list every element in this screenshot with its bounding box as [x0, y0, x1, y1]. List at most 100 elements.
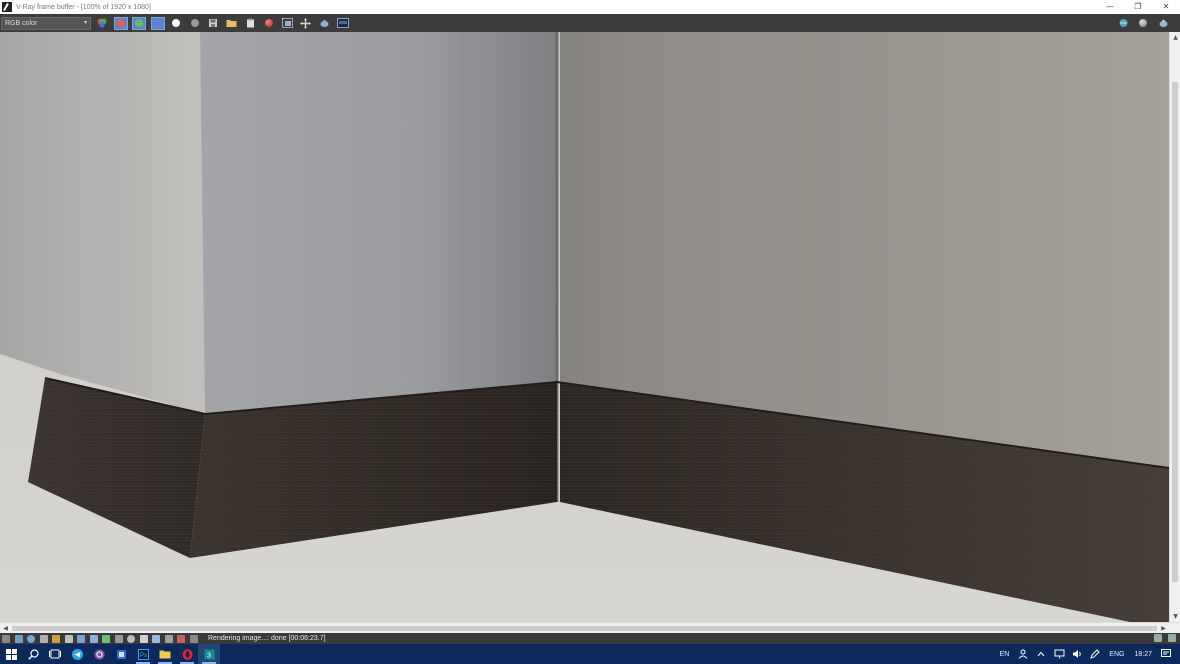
panel-toggle-icon[interactable] [1154, 634, 1162, 642]
windows-taskbar: Ps 3 EN ENG 18:27 [0, 644, 1180, 664]
toolbar-buttons [95, 16, 354, 30]
clock-time[interactable]: 18:27 [1134, 651, 1152, 658]
scroll-up-icon[interactable]: ▲ [1170, 32, 1180, 43]
horizontal-scroll-thumb[interactable] [12, 626, 1157, 631]
status-bar: Rendering image...: done [00:06:23.7] [0, 633, 1180, 644]
window-title: V-Ray frame buffer - [100% of 1920 x 108… [16, 3, 151, 11]
toolbar-right-buttons [1116, 16, 1176, 29]
levels-icon[interactable] [14, 634, 23, 643]
gray-sphere-icon [1139, 18, 1147, 27]
taskbar-file-explorer[interactable] [154, 644, 176, 664]
render-viewport[interactable] [0, 32, 1169, 622]
lut-icon[interactable] [27, 634, 35, 643]
scroll-down-icon[interactable]: ▼ [1170, 611, 1180, 622]
render-teapot-icon [264, 19, 273, 27]
input-language-short[interactable]: EN [1000, 651, 1010, 658]
globe-teapot-icon [1119, 18, 1127, 27]
teapot-gear-icon [1159, 19, 1167, 27]
teapot-icon [320, 20, 328, 27]
ab-compare-icon[interactable] [139, 634, 148, 643]
app-blue-icon [116, 649, 126, 659]
chevron-up-icon [1037, 651, 1045, 657]
interactive-render-button[interactable] [317, 17, 331, 30]
fullscreen-icon[interactable] [1168, 634, 1176, 642]
move-cross-icon [300, 17, 311, 29]
taskbar-viber[interactable] [88, 644, 110, 664]
action-center-button[interactable] [1160, 648, 1172, 660]
green-channel-button[interactable] [132, 16, 146, 30]
tray-overflow-button[interactable] [1035, 648, 1047, 660]
task-view-button[interactable] [44, 644, 66, 664]
opera-icon [182, 648, 192, 660]
region-render-button[interactable] [280, 17, 294, 30]
sphere-icon[interactable] [127, 634, 135, 643]
taskbar-photoshop[interactable]: Ps [132, 644, 154, 664]
svg-text:3: 3 [207, 652, 211, 659]
histogram-icon[interactable] [52, 634, 60, 643]
svg-text:Ps: Ps [140, 653, 147, 659]
render-history-button[interactable] [1156, 16, 1170, 29]
compare-icon[interactable] [114, 634, 123, 643]
start-button[interactable] [0, 644, 22, 664]
pixel-info-icon[interactable] [152, 634, 160, 643]
vfb-settings-icon [336, 18, 349, 28]
split-icon[interactable] [177, 634, 185, 643]
tray-network-button[interactable] [1053, 648, 1065, 660]
grid-icon[interactable] [39, 634, 48, 643]
search-icon [27, 648, 39, 660]
rgb-channels-button[interactable] [95, 17, 109, 30]
green-channel-icon [135, 19, 143, 27]
left-wall [0, 32, 205, 414]
status-bar-right [1148, 634, 1176, 642]
srgb-icon[interactable] [77, 634, 85, 643]
monochrome-button[interactable] [188, 17, 202, 30]
channel-dropdown[interactable]: RGB color ▾ [1, 16, 91, 30]
exposure-icon[interactable] [64, 634, 73, 643]
ocio-icon[interactable] [89, 634, 98, 643]
speaker-icon [1072, 650, 1081, 658]
blue-channel-button[interactable] [150, 16, 165, 30]
follow-mouse-button[interactable] [299, 17, 313, 30]
window-controls: — ❐ ✕ [1096, 0, 1180, 14]
display-options-icon[interactable] [189, 634, 198, 643]
tray-user-button[interactable] [1017, 648, 1029, 660]
alpha-channel-button[interactable] [169, 17, 183, 30]
render-button[interactable] [262, 17, 276, 30]
task-view-icon [49, 649, 61, 659]
vertical-scrollbar[interactable]: ▲ ▼ [1169, 32, 1180, 622]
system-tray: EN ENG 18:27 [995, 644, 1180, 664]
taskbar-search-button[interactable] [22, 644, 44, 664]
minimize-button[interactable]: — [1096, 0, 1124, 14]
input-language[interactable]: ENG [1109, 651, 1124, 658]
lens-effects-button[interactable] [336, 17, 350, 30]
link-render-button[interactable] [1116, 16, 1130, 29]
red-channel-button[interactable] [113, 16, 128, 30]
close-button[interactable]: ✕ [1152, 0, 1180, 14]
curve-icon[interactable] [102, 634, 110, 643]
photoshop-icon: Ps [137, 648, 149, 660]
restore-button[interactable]: ❐ [1124, 0, 1152, 14]
taskbar-app-blue[interactable] [110, 644, 132, 664]
horizontal-scrollbar[interactable]: ◀ ▶ [0, 622, 1180, 633]
clear-image-button[interactable] [243, 17, 257, 30]
save-icon [209, 19, 217, 27]
tray-pen-button[interactable] [1089, 648, 1101, 660]
file-explorer-icon [159, 650, 171, 659]
red-channel-icon [116, 19, 125, 27]
load-image-button[interactable] [225, 17, 239, 30]
network-icon [1054, 649, 1065, 659]
notification-icon [1161, 649, 1171, 657]
windows-start-icon [5, 648, 17, 660]
title-bar[interactable]: V-Ray frame buffer - [100% of 1920 x 108… [0, 0, 1180, 14]
taskbar-3dsmax[interactable]: 3 [198, 644, 220, 664]
vertical-scroll-thumb[interactable] [1172, 82, 1178, 582]
color-corrections-icon[interactable] [2, 634, 10, 643]
history-icon[interactable] [164, 634, 173, 643]
taskbar-telegram[interactable] [66, 644, 88, 664]
stop-render-button[interactable] [1136, 16, 1150, 29]
taskbar-opera[interactable] [176, 644, 198, 664]
vray-app-icon [2, 2, 12, 12]
tray-volume-button[interactable] [1071, 648, 1083, 660]
save-image-button[interactable] [206, 17, 220, 30]
pillar-face [200, 32, 557, 414]
